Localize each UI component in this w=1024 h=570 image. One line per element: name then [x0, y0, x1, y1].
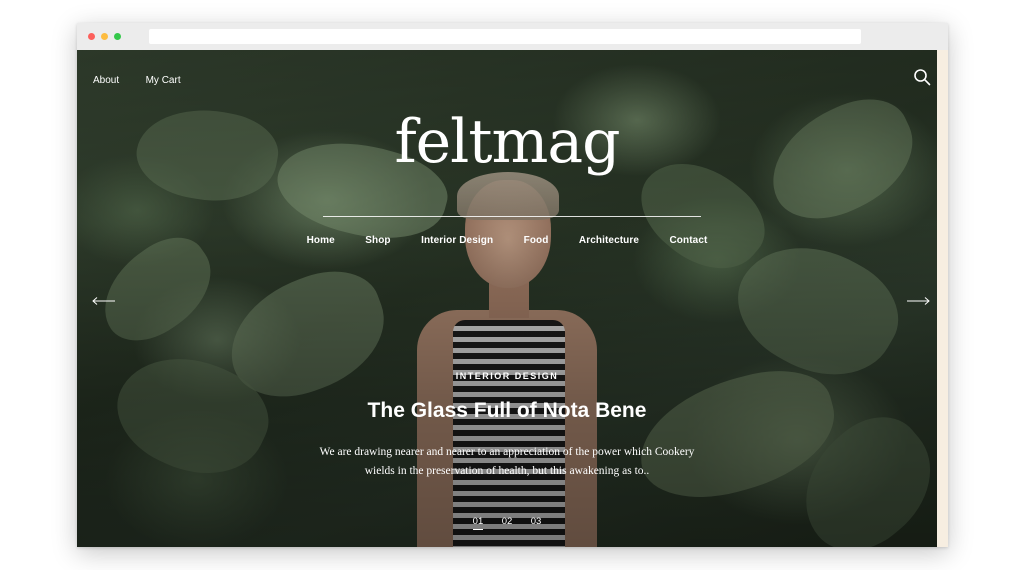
main-nav: Home Shop Interior Design Food Architect… [77, 230, 937, 248]
post-excerpt: We are drawing nearer and nearer to an a… [292, 443, 722, 481]
address-bar[interactable] [149, 29, 861, 44]
pager-item-03[interactable]: 03 [531, 516, 542, 529]
nav-cart-link[interactable]: My Cart [146, 75, 181, 86]
pager-item-01[interactable]: 01 [472, 516, 484, 530]
top-nav: About My Cart [93, 70, 203, 88]
arrow-left-icon[interactable] [91, 296, 117, 306]
excerpt-line: wields in the preservation of health, bu… [364, 465, 650, 477]
hero-slider: About My Cart feltmag Home Shop Interior… [77, 50, 937, 547]
maximize-window-button[interactable] [114, 33, 121, 40]
minimize-window-button[interactable] [101, 33, 108, 40]
nav-item-shop[interactable]: Shop [365, 235, 390, 246]
site-logo[interactable]: feltmag [77, 112, 937, 172]
nav-item-food[interactable]: Food [524, 235, 549, 246]
post-category[interactable]: INTERIOR DESIGN [77, 371, 937, 381]
pager-item-02[interactable]: 02 [502, 516, 513, 529]
slider-pager: 01 02 03 [77, 511, 937, 530]
close-window-button[interactable] [88, 33, 95, 40]
nav-item-interior-design[interactable]: Interior Design [421, 235, 493, 246]
browser-window: About My Cart feltmag Home Shop Interior… [77, 23, 948, 547]
arrow-right-icon[interactable] [905, 296, 931, 306]
post-title[interactable]: The Glass Full of Nota Bene [77, 399, 937, 423]
nav-item-contact[interactable]: Contact [669, 235, 707, 246]
nav-item-home[interactable]: Home [307, 235, 335, 246]
page-edge-strip [937, 50, 948, 547]
logo-divider [323, 216, 701, 217]
search-icon[interactable] [913, 68, 931, 86]
browser-chrome [77, 23, 948, 51]
nav-about-link[interactable]: About [93, 75, 119, 86]
excerpt-line: We are drawing nearer and nearer to an a… [319, 446, 695, 458]
nav-item-architecture[interactable]: Architecture [579, 235, 639, 246]
